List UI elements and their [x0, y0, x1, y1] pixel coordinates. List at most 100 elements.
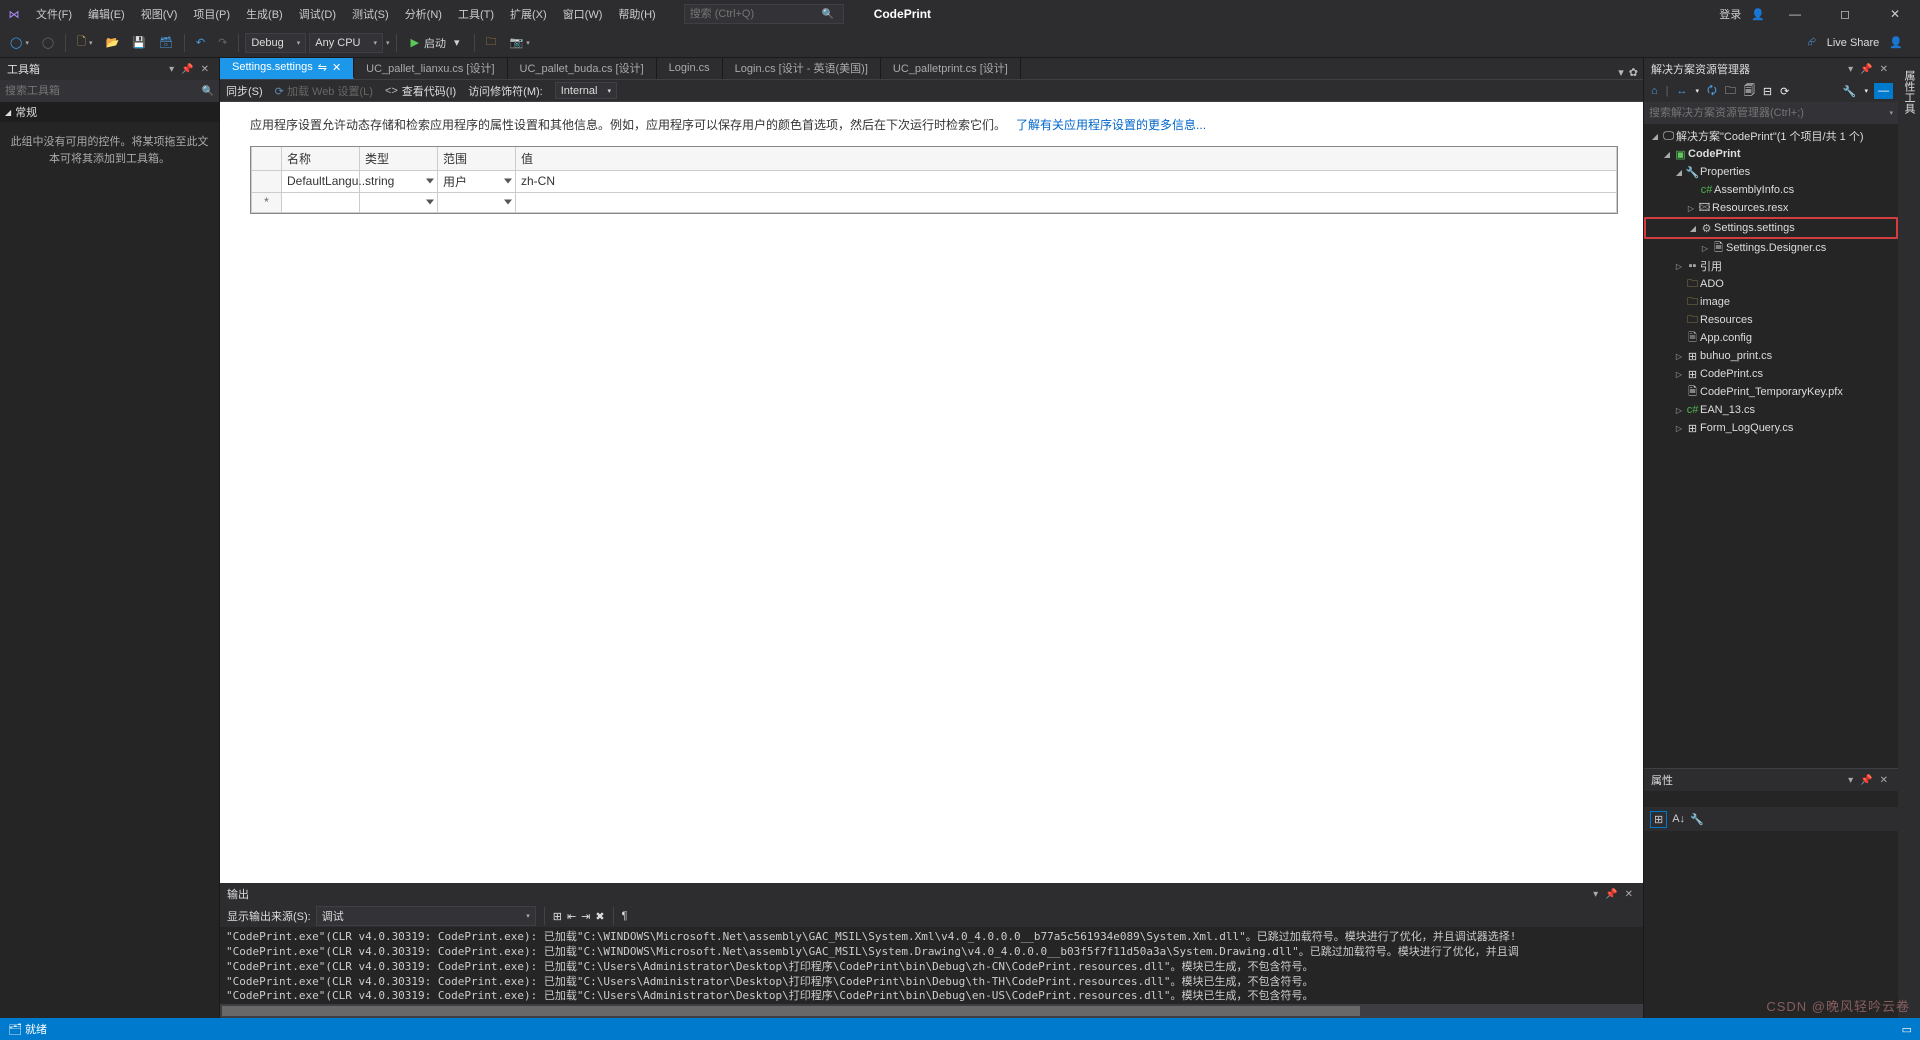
login-link[interactable]: 登录	[1719, 6, 1741, 22]
pin-icon[interactable]: ⇋	[318, 61, 327, 74]
sln-refresh-icon[interactable]: 🗘	[1705, 80, 1719, 103]
vtab-properties[interactable]: 属性工具	[1899, 62, 1919, 122]
sln-settings-node[interactable]: ◢⚙Settings.settings	[1644, 217, 1898, 239]
grid-new-row[interactable]: *	[252, 192, 1617, 212]
tab-palletprint[interactable]: UC_palletprint.cs [设计]	[881, 58, 1021, 79]
tab-lianxu[interactable]: UC_pallet_lianxu.cs [设计]	[354, 58, 507, 79]
global-search-input[interactable]	[685, 6, 820, 22]
row-header-new[interactable]: *	[252, 192, 282, 212]
menu-test[interactable]: 测试(S)	[344, 2, 397, 26]
minimize-button[interactable]: —	[1775, 0, 1815, 28]
props-menu-icon[interactable]: ▾	[1845, 773, 1856, 788]
menu-help[interactable]: 帮助(H)	[610, 2, 663, 26]
sln-key-icon[interactable]: —	[1874, 83, 1893, 99]
sln-pin-icon[interactable]: 📌	[1857, 62, 1875, 77]
settings-grid[interactable]: 名称 类型 范围 值 DefaultLangu... string 用户 zh	[250, 146, 1618, 214]
sln-resourcesresx[interactable]: ▷🖾Resources.resx	[1644, 199, 1898, 217]
cell-scope-new[interactable]	[438, 192, 516, 212]
start-button[interactable]: ▶启动▾	[403, 32, 468, 54]
redo-button[interactable]: ↷	[213, 33, 232, 52]
global-search[interactable]: 🔍	[684, 4, 844, 24]
sln-ean[interactable]: ▷c#EAN_13.cs	[1644, 401, 1898, 419]
output-close-icon[interactable]: ✕	[1622, 887, 1636, 902]
sln-tempkey[interactable]: 🗎CodePrint_TemporaryKey.pfx	[1644, 383, 1898, 401]
output-source-combo[interactable]: 调试▾	[316, 906, 536, 926]
row-header[interactable]	[252, 170, 282, 192]
sln-buhuo[interactable]: ▷⊞buhuo_print.cs	[1644, 347, 1898, 365]
props-pin-icon[interactable]: 📌	[1857, 773, 1875, 788]
sln-logquery[interactable]: ▷⊞Form_LogQuery.cs	[1644, 419, 1898, 437]
tab-overflow-icon[interactable]: ▾	[1618, 66, 1624, 79]
toolbox-search-input[interactable]	[5, 85, 202, 97]
settings-help-link[interactable]: 了解有关应用程序设置的更多信息...	[1016, 118, 1206, 132]
sln-home-icon[interactable]: ⌂	[1649, 83, 1660, 99]
nav-back-button[interactable]: ◯▾	[5, 33, 34, 52]
platform-menu-icon[interactable]: ▾	[386, 39, 390, 47]
platform-combo[interactable]: Any CPU▾	[309, 33, 383, 53]
menu-view[interactable]: 视图(V)	[133, 2, 186, 26]
sln-properties-icon[interactable]: ⊟	[1761, 83, 1774, 100]
col-name[interactable]: 名称	[282, 147, 360, 171]
solution-tree[interactable]: ◢🖵解决方案"CodePrint"(1 个项目/共 1 个) ◢▣CodePri…	[1644, 124, 1898, 768]
alpha-icon[interactable]: A↓	[1672, 813, 1685, 825]
maximize-button[interactable]: ◻	[1825, 0, 1865, 28]
menu-extensions[interactable]: 扩展(X)	[502, 2, 555, 26]
props-wrench-icon[interactable]: 🔧	[1690, 813, 1704, 826]
toolbox-search[interactable]: 🔍	[0, 80, 219, 102]
cell-value-new[interactable]	[516, 192, 1617, 212]
output-pin-icon[interactable]: 📌	[1602, 887, 1620, 902]
categorized-icon[interactable]: ⊞	[1650, 811, 1667, 828]
viewcode-button[interactable]: <>查看代码(I)	[385, 83, 456, 99]
output-wrap-icon[interactable]: ¶	[622, 910, 628, 922]
cell-scope[interactable]: 用户	[438, 170, 516, 192]
sln-root[interactable]: ◢🖵解决方案"CodePrint"(1 个项目/共 1 个)	[1644, 127, 1898, 145]
sln-ado[interactable]: 🗀ADO	[1644, 275, 1898, 293]
toolbox-close-icon[interactable]: ✕	[198, 62, 212, 77]
tab-buda[interactable]: UC_pallet_buda.cs [设计]	[508, 58, 657, 79]
sln-arrow-icon[interactable]: ↔	[1675, 83, 1690, 99]
cell-type[interactable]: string	[360, 170, 438, 192]
liveshare-icon[interactable]: ⮳	[1808, 36, 1817, 49]
col-scope[interactable]: 范围	[438, 147, 516, 171]
save-all-button[interactable]: 🗃	[154, 33, 178, 52]
sln-project[interactable]: ◢▣CodePrint	[1644, 145, 1898, 163]
menu-debug[interactable]: 调试(D)	[291, 2, 344, 26]
sln-wrench-icon[interactable]: 🔧	[1841, 83, 1859, 100]
undo-button[interactable]: ↶	[191, 33, 210, 52]
toolbox-pin-icon[interactable]: 📌	[178, 62, 196, 77]
output-scroll-h[interactable]	[220, 1004, 1643, 1018]
search-icon[interactable]: 🔍	[820, 9, 836, 20]
menu-project[interactable]: 项目(P)	[185, 2, 238, 26]
menu-window[interactable]: 窗口(W)	[555, 2, 611, 26]
sln-appconfig[interactable]: 🗎App.config	[1644, 329, 1898, 347]
access-combo[interactable]: Internal▾	[555, 82, 617, 99]
sln-image[interactable]: 🗀image	[1644, 293, 1898, 311]
sln-resources[interactable]: 🗀Resources	[1644, 311, 1898, 329]
output-locate-icon[interactable]: ⊞	[553, 910, 562, 923]
toolbox-section-general[interactable]: ◢常规	[0, 102, 219, 122]
props-close-icon[interactable]: ✕	[1877, 773, 1891, 788]
cell-value[interactable]: zh-CN	[516, 170, 1617, 192]
user-avatar-icon[interactable]: 👤	[1889, 36, 1903, 49]
user-icon[interactable]: 👤	[1751, 8, 1765, 21]
sln-files-icon[interactable]: 🗀	[1723, 80, 1738, 103]
gear-icon[interactable]: ✿	[1629, 66, 1638, 79]
liveshare-button[interactable]: Live Share	[1827, 37, 1880, 49]
sln-properties-node[interactable]: ◢🔧Properties	[1644, 163, 1898, 181]
new-project-button[interactable]: 🗋▾	[72, 30, 97, 55]
camera-button[interactable]: 📷▾	[505, 33, 535, 52]
sln-close-icon[interactable]: ✕	[1877, 62, 1891, 77]
sln-codeprint[interactable]: ▷⊞CodePrint.cs	[1644, 365, 1898, 383]
menu-build[interactable]: 生成(B)	[238, 2, 291, 26]
output-prev-icon[interactable]: ⇤	[567, 910, 576, 923]
menu-tools[interactable]: 工具(T)	[450, 2, 502, 26]
output-text[interactable]: "CodePrint.exe"(CLR v4.0.30319: CodePrin…	[220, 927, 1643, 1004]
menu-edit[interactable]: 编辑(E)	[80, 2, 133, 26]
tab-login[interactable]: Login.cs	[657, 58, 723, 79]
sln-showall-icon[interactable]: 🗐	[1742, 80, 1757, 103]
toolbox-menu-icon[interactable]: ▾	[166, 62, 177, 77]
output-next-icon[interactable]: ⇥	[581, 910, 590, 923]
config-combo[interactable]: Debug▾	[245, 33, 306, 53]
output-clear-icon[interactable]: ✖	[595, 910, 604, 923]
grid-row[interactable]: DefaultLangu... string 用户 zh-CN	[252, 170, 1617, 192]
